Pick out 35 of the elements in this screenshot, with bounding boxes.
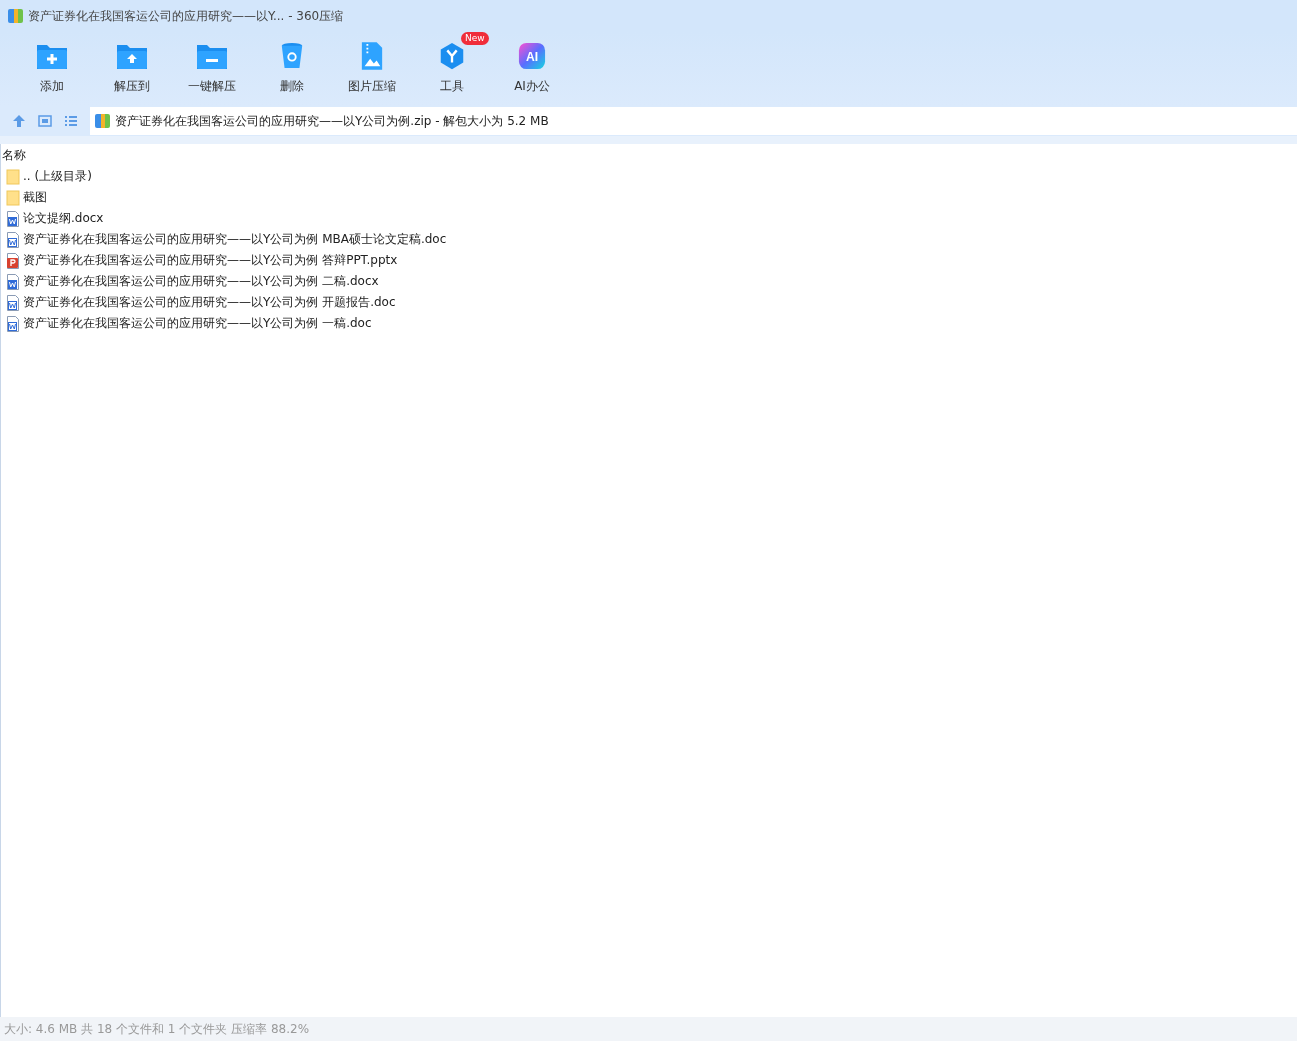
address-field[interactable]: 资产证券化在我国客运公司的应用研究——以Y公司为例.zip - 解包大小为 5.2 MB: [90, 107, 1297, 135]
powerpoint-document-icon: [6, 252, 20, 269]
list-view-icon[interactable]: [64, 114, 78, 128]
new-badge: New: [461, 32, 489, 45]
archive-icon: [8, 9, 23, 23]
recycle-bin-icon: [279, 41, 305, 71]
toolbar-button[interactable]: 解压到: [92, 32, 172, 106]
file-name[interactable]: 截图: [23, 189, 47, 206]
file-name[interactable]: 资产证券化在我国客运公司的应用研究——以Y公司为例 一稿.doc: [23, 315, 372, 332]
up-arrow-icon[interactable]: [12, 114, 26, 128]
word-document-icon: [6, 315, 20, 332]
file-name[interactable]: 资产证券化在我国客运公司的应用研究——以Y公司为例 二稿.docx: [23, 273, 379, 290]
toolbar-button[interactable]: New 工具: [412, 32, 492, 106]
file-name[interactable]: .. (上级目录): [23, 168, 92, 185]
toolbar-button[interactable]: AI AI办公: [492, 32, 572, 106]
toolbar-button[interactable]: 删除: [252, 32, 332, 106]
gradient-square-icon: AI: [518, 42, 546, 70]
column-header[interactable]: 名称: [1, 146, 26, 164]
word-document-icon: [6, 294, 20, 311]
word-document-icon: [6, 231, 20, 248]
file-name[interactable]: 资产证券化在我国客运公司的应用研究——以Y公司为例 MBA硕士论文定稿.doc: [23, 231, 447, 248]
file-name[interactable]: 论文提纲.docx: [23, 210, 104, 227]
folder-icon: [6, 168, 20, 185]
word-document-icon: [6, 273, 20, 290]
folder-icon: [6, 189, 20, 206]
window-title: 资产证券化在我国客运公司的应用研究——以Y... - 360压缩: [28, 7, 344, 25]
thumbnail-view-icon[interactable]: [38, 114, 52, 128]
file-name[interactable]: 资产证券化在我国客运公司的应用研究——以Y公司为例 开题报告.doc: [23, 294, 396, 311]
toolbar-button[interactable]: 一键解压: [172, 32, 252, 106]
toolbar-button[interactable]: 图片压缩: [332, 32, 412, 106]
image-file-icon: [360, 41, 384, 71]
file-name[interactable]: 资产证券化在我国客运公司的应用研究——以Y公司为例 答辩PPT.pptx: [23, 252, 398, 269]
status-bar: 大小: 4.6 MB 共 18 个文件和 1 个文件夹 压缩率 88.2%: [0, 1017, 1297, 1041]
word-document-icon: [6, 210, 20, 227]
toolbar-button[interactable]: 添加: [12, 32, 92, 106]
